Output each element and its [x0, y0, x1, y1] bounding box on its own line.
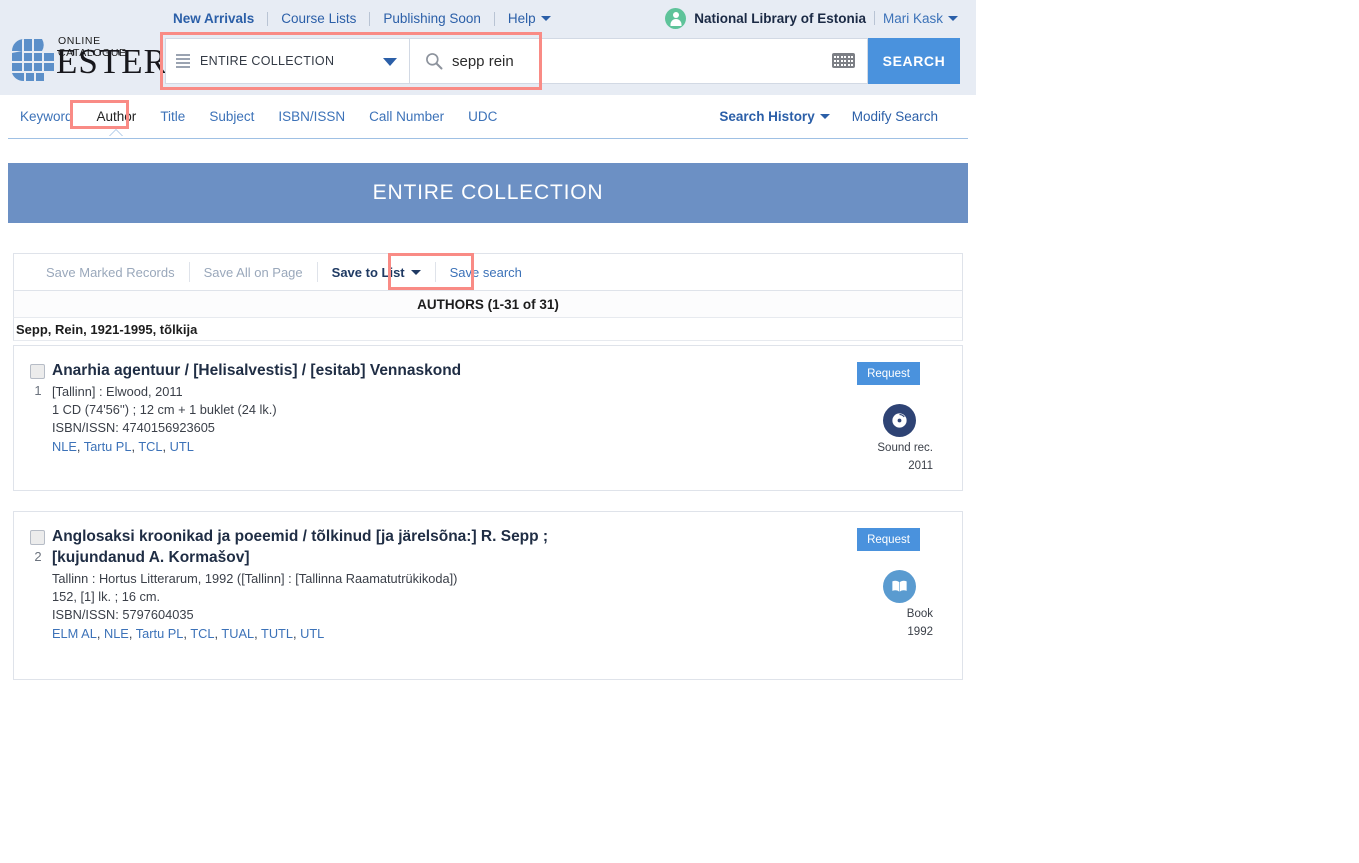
list-icon	[176, 54, 190, 68]
search-type-tabs-right: Search History Modify Search	[719, 95, 938, 138]
record-libraries[interactable]: NLE, Tartu PL, TCL, UTL	[52, 438, 812, 456]
search-button[interactable]: SEARCH	[868, 38, 960, 84]
tab-call-number[interactable]: Call Number	[357, 107, 456, 127]
media-year-label: 1992	[907, 626, 933, 638]
tab-title[interactable]: Title	[148, 107, 197, 127]
chevron-down-icon	[540, 16, 551, 21]
open-book-glyph-icon	[892, 580, 907, 592]
record-extent: 1 CD (74'56'') ; 12 cm + 1 buklet (24 lk…	[52, 402, 277, 417]
user-menu[interactable]: Mari Kask	[883, 11, 958, 26]
search-bar: ENTIRE COLLECTION sepp rein SEARCH	[165, 38, 960, 84]
record-isbn: ISBN/ISSN: 4740156923605	[52, 420, 215, 435]
avatar-icon	[665, 7, 687, 29]
tab-udc[interactable]: UDC	[456, 107, 509, 127]
ester-logo-mark-icon	[12, 39, 54, 82]
book-icon	[883, 570, 916, 603]
site-header: New Arrivals Course Lists Publishing Soo…	[0, 0, 976, 95]
chevron-down-icon	[383, 58, 397, 66]
record-extent: 152, [1] lk. ; 16 cm.	[52, 589, 161, 604]
user-name-label: Mari Kask	[882, 10, 943, 26]
save-to-list-menu[interactable]: Save to List	[318, 265, 435, 280]
record-checkbox[interactable]	[30, 530, 45, 545]
library-link[interactable]: TUAL	[221, 626, 254, 641]
search-type-tabs-left: Keyword Author Title Subject ISBN/ISSN C…	[8, 95, 509, 138]
library-link[interactable]: UTL	[170, 439, 194, 454]
search-scope-select[interactable]: ENTIRE COLLECTION	[165, 38, 410, 84]
record-isbn: ISBN/ISSN: 5797604035	[52, 607, 194, 622]
author-heading-row: Sepp, Rein, 1921-1995, tõlkija	[13, 318, 963, 341]
virtual-keyboard-icon[interactable]	[832, 53, 855, 68]
library-link[interactable]: NLE	[104, 626, 129, 641]
catalog-search-results-page: New Arrivals Course Lists Publishing Soo…	[0, 0, 1359, 863]
collection-banner-title: ENTIRE COLLECTION	[372, 181, 604, 204]
save-marked-records-button[interactable]: Save Marked Records	[32, 265, 189, 280]
search-input-wrap[interactable]: sepp rein	[410, 38, 868, 84]
nav-publishing-soon[interactable]: Publishing Soon	[370, 10, 494, 28]
organization-name: National Library of Estonia	[694, 10, 866, 26]
search-input[interactable]: sepp rein	[452, 53, 514, 70]
record-imprint: [Tallinn] : Elwood, 2011	[52, 384, 183, 399]
chevron-down-icon	[410, 269, 421, 275]
results-count-header: AUTHORS (1-31 of 31)	[13, 291, 963, 318]
results-count-label: AUTHORS (1-31 of 31)	[417, 296, 559, 312]
chevron-down-icon	[819, 114, 830, 119]
record-title-link[interactable]: Anglosaksi kroonikad ja poeemid / tõlkin…	[52, 526, 597, 568]
chevron-down-icon	[948, 15, 958, 21]
user-divider	[873, 11, 875, 25]
media-type-label: Sound rec.	[877, 442, 933, 454]
record-number: 1	[34, 383, 42, 398]
library-link[interactable]: TUTL	[261, 626, 293, 641]
nav-course-lists[interactable]: Course Lists	[268, 10, 369, 28]
logo-wordmark: ESTER	[56, 42, 168, 81]
tab-underline	[8, 138, 968, 139]
library-link[interactable]: TCL	[138, 439, 162, 454]
tab-subject[interactable]: Subject	[197, 107, 266, 127]
library-link[interactable]: Tartu PL	[136, 626, 184, 641]
library-link[interactable]: NLE	[52, 439, 77, 454]
user-area: National Library of Estonia Mari Kask	[665, 7, 958, 29]
request-button[interactable]: Request	[857, 362, 920, 385]
record-libraries[interactable]: ELM AL, NLE, Tartu PL, TCL, TUAL, TUTL, …	[52, 625, 812, 643]
nav-help-label: Help	[507, 11, 536, 26]
tab-isbn-issn[interactable]: ISBN/ISSN	[266, 107, 357, 127]
search-icon	[426, 53, 443, 70]
author-heading-label: Sepp, Rein, 1921-1995, tõlkija	[16, 321, 198, 337]
save-search-button[interactable]: Save search	[436, 265, 536, 280]
result-record: 2 Anglosaksi kroonikad ja poeemid / tõlk…	[13, 511, 963, 680]
tab-keyword[interactable]: Keyword	[8, 107, 85, 127]
top-nav: New Arrivals Course Lists Publishing Soo…	[160, 8, 564, 30]
record-media-info: Book 1992	[840, 570, 935, 639]
search-type-tabs: Keyword Author Title Subject ISBN/ISSN C…	[0, 95, 976, 139]
record-title-link[interactable]: Anarhia agentuur / [Helisalvestis] / [es…	[52, 360, 597, 381]
result-record: 1 Anarhia agentuur / [Helisalvestis] / […	[13, 345, 963, 491]
record-number: 2	[34, 549, 42, 564]
search-history-menu[interactable]: Search History	[719, 109, 830, 124]
record-body: Anarhia agentuur / [Helisalvestis] / [es…	[52, 360, 812, 456]
media-year-label: 2011	[908, 460, 933, 472]
record-body: Anglosaksi kroonikad ja poeemid / tõlkin…	[52, 526, 812, 643]
search-scope-label: ENTIRE COLLECTION	[200, 54, 335, 68]
search-history-label: Search History	[719, 109, 815, 124]
save-all-on-page-button[interactable]: Save All on Page	[190, 265, 317, 280]
request-button[interactable]: Request	[857, 528, 920, 551]
nav-help[interactable]: Help	[495, 10, 564, 28]
library-link[interactable]: TCL	[190, 626, 214, 641]
disc-glyph-icon	[892, 413, 907, 428]
nav-new-arrivals[interactable]: New Arrivals	[160, 10, 267, 28]
ester-logo[interactable]: ONLINE CATALOGUE ESTER	[6, 33, 167, 89]
modify-search-link[interactable]: Modify Search	[852, 109, 938, 124]
collection-banner: ENTIRE COLLECTION	[8, 163, 968, 223]
results-toolbar: Save Marked Records Save All on Page Sav…	[13, 253, 963, 291]
library-link[interactable]: ELM AL	[52, 626, 97, 641]
save-to-list-label: Save to List	[331, 264, 405, 280]
sound-recording-icon	[883, 404, 916, 437]
record-imprint: Tallinn : Hortus Litterarum, 1992 ([Tall…	[52, 571, 458, 586]
tab-author[interactable]: Author	[85, 107, 149, 127]
library-link[interactable]: UTL	[300, 626, 324, 641]
record-media-info: Sound rec. 2011	[840, 404, 935, 473]
record-checkbox[interactable]	[30, 364, 45, 379]
library-link[interactable]: Tartu PL	[84, 439, 132, 454]
media-type-label: Book	[906, 608, 933, 620]
